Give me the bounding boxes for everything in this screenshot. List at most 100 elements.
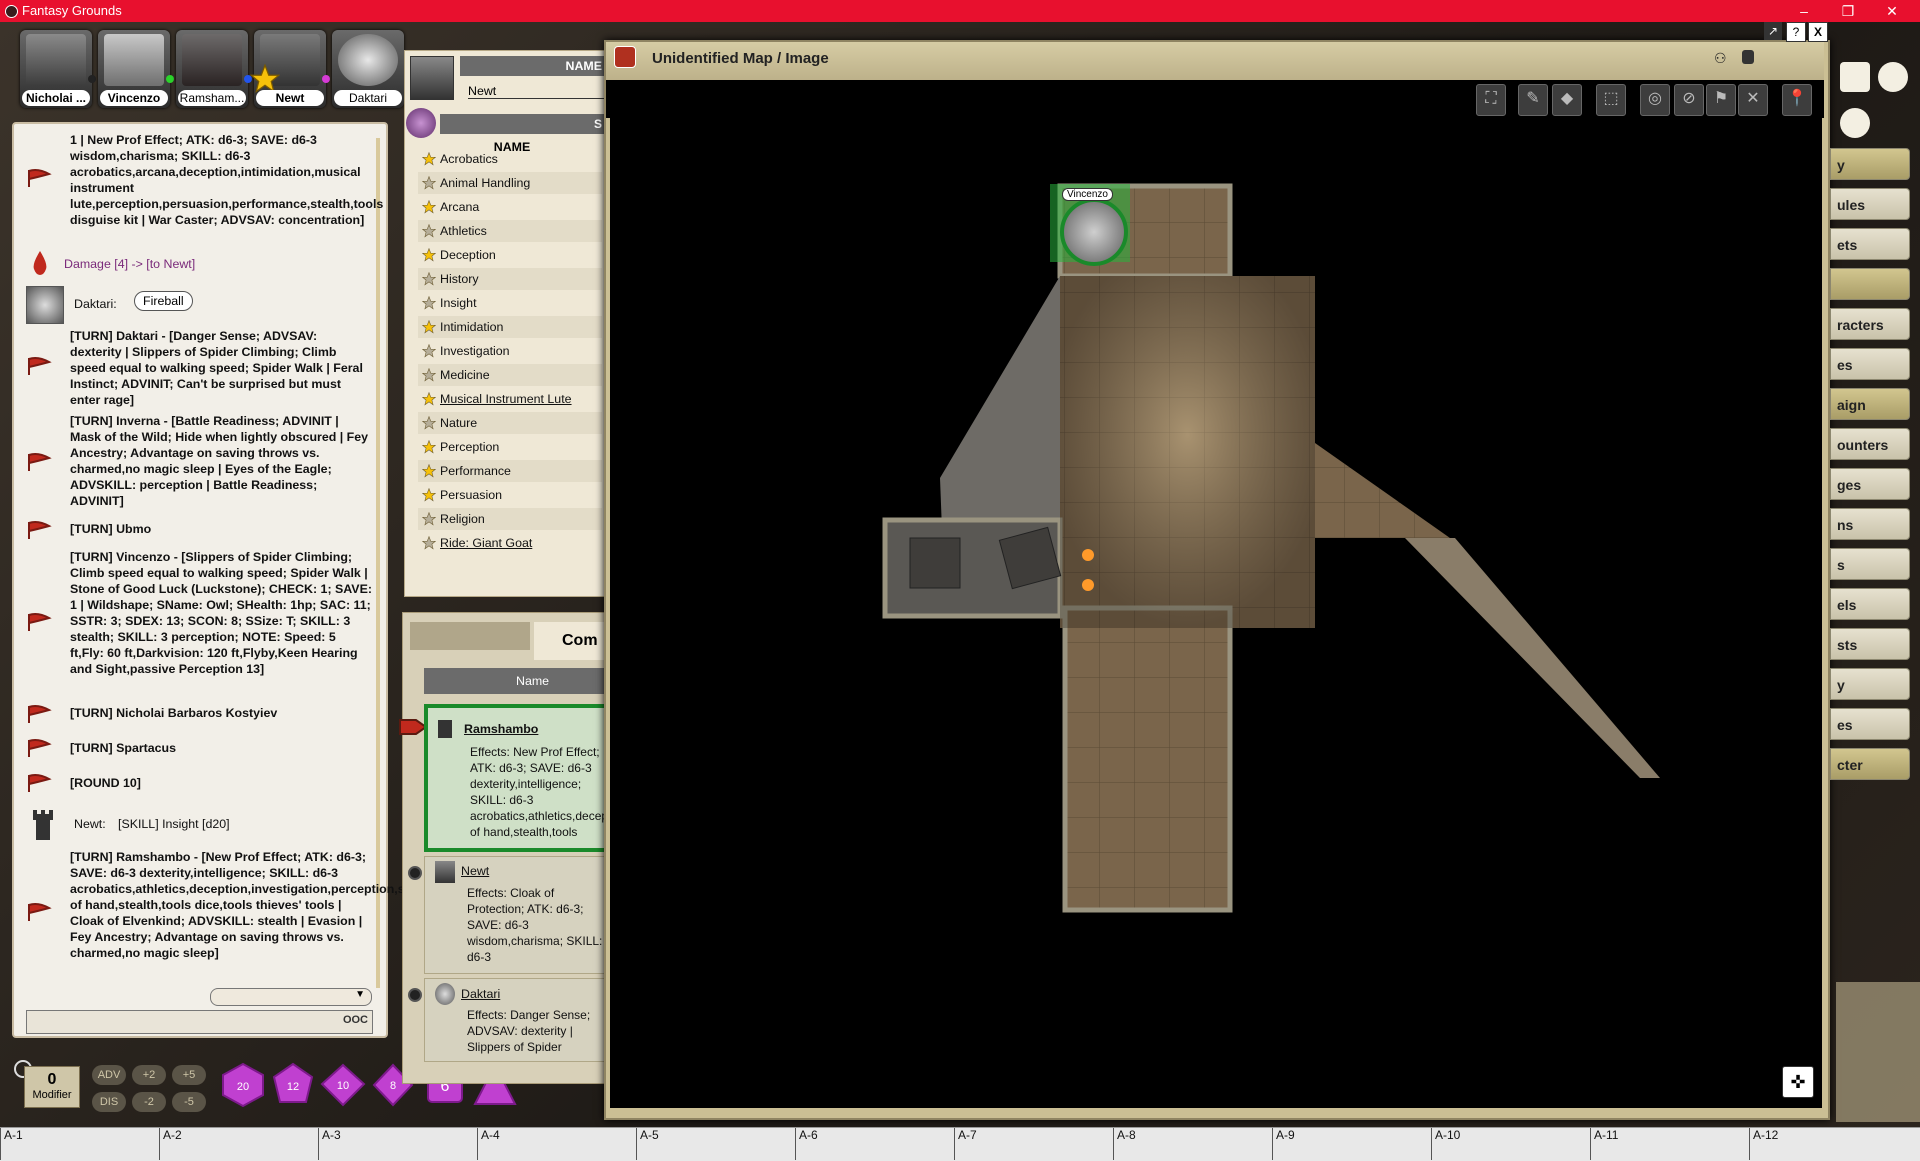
proficiency-star-icon[interactable] [422,176,436,190]
mask-icon[interactable]: ⊘ [1674,84,1704,116]
flag-tool-icon[interactable]: ⚑ [1706,84,1736,116]
proficiency-star-icon[interactable] [422,344,436,358]
skill-row[interactable]: Persuasion [418,484,602,506]
sidebar-button[interactable]: es [1830,348,1910,380]
proficiency-star-icon[interactable] [422,440,436,454]
hotkey-slot[interactable]: A-6 [795,1128,955,1160]
sidebar-button[interactable]: y [1830,148,1910,180]
close-window-button[interactable]: X [1808,22,1828,42]
skill-row[interactable]: Arcana [418,196,602,218]
pin-icon[interactable]: 📍 [1782,84,1812,116]
hotkey-slot[interactable]: A-2 [159,1128,319,1160]
portrait-newt[interactable]: Newt [250,30,326,108]
skill-row[interactable]: Medicine [418,364,602,386]
minus2-button[interactable]: -2 [132,1092,166,1112]
hotkey-slot[interactable]: A-5 [636,1128,796,1160]
skill-row[interactable]: Athletics [418,220,602,242]
clear-icon[interactable]: ✕ [1738,84,1768,116]
hotkey-slot[interactable]: A-11 [1590,1128,1750,1160]
character-name-field[interactable]: Newt [468,84,604,99]
fullscreen-icon[interactable]: ⛶ [1476,84,1506,116]
external-link-icon[interactable]: ↗ [1764,22,1782,40]
restore-button[interactable]: ❐ [1828,0,1868,22]
sidebar-button[interactable]: ules [1830,188,1910,220]
help-button[interactable]: ? [1786,22,1806,42]
skill-row[interactable]: Perception [418,436,602,458]
proficiency-star-icon[interactable] [422,296,436,310]
ct-radio[interactable] [408,988,422,1002]
skill-row[interactable]: Performance [418,460,602,482]
hotkey-slot[interactable]: A-4 [477,1128,637,1160]
hotkey-slot[interactable]: A-1 [0,1128,160,1160]
ct-radio[interactable] [408,866,422,880]
skill-row[interactable]: History [418,268,602,290]
skill-row[interactable]: Acrobatics [418,148,602,170]
skill-row[interactable]: Nature [418,412,602,434]
calendar-icon[interactable] [1840,62,1870,92]
proficiency-star-icon[interactable] [422,248,436,262]
sidebar-button[interactable]: s [1830,548,1910,580]
proficiency-star-icon[interactable] [422,200,436,214]
proficiency-star-icon[interactable] [422,152,436,166]
sidebar-button[interactable]: aign [1830,388,1910,420]
center-view-icon[interactable]: ✜ [1782,1066,1814,1098]
hotkey-slot[interactable]: A-10 [1431,1128,1591,1160]
hotkey-slot[interactable]: A-8 [1113,1128,1273,1160]
ct-entry-daktari[interactable]: Daktari Effects: Danger Sense; ADVSAV: d… [424,978,606,1062]
skill-row[interactable]: Musical Instrument Lute [418,388,602,410]
sidebar-button[interactable]: els [1830,588,1910,620]
proficiency-star-icon[interactable] [422,488,436,502]
lock-icon[interactable] [1742,50,1754,64]
chat-input[interactable]: OOC [26,1010,373,1034]
ct-entry-name[interactable]: Daktari [461,987,500,1001]
chat-mode-dropdown[interactable]: ▼ [210,988,372,1006]
skill-row[interactable]: Intimidation [418,316,602,338]
sidebar-button[interactable]: ets [1830,228,1910,260]
proficiency-star-icon[interactable] [422,368,436,382]
proficiency-star-icon[interactable] [422,224,436,238]
skill-row[interactable]: Insight [418,292,602,314]
dis-button[interactable]: DIS [92,1092,126,1112]
share-icon[interactable]: ⚇ [1714,50,1732,66]
sidebar-button[interactable]: cter [1830,748,1910,780]
proficiency-star-icon[interactable] [422,464,436,478]
hotkey-slot[interactable]: A-12 [1749,1128,1909,1160]
proficiency-star-icon[interactable] [422,512,436,526]
brush-icon[interactable]: ✎ [1518,84,1548,116]
portrait-ramshambo[interactable]: Ramsham... [176,30,248,108]
target-icon[interactable]: ◎ [1640,84,1670,116]
close-button[interactable]: ✕ [1872,0,1912,22]
select-icon[interactable]: ⬚ [1596,84,1626,116]
sidebar-button[interactable]: racters [1830,308,1910,340]
portrait-nicholai[interactable]: Nicholai ... [20,30,92,108]
proficiency-star-icon[interactable] [422,392,436,406]
ct-entry-name[interactable]: Newt [461,864,489,878]
proficiency-star-icon[interactable] [422,536,436,550]
hotkey-slot[interactable]: A-9 [1272,1128,1432,1160]
ct-entry-ramshambo[interactable]: Ramshambo Effects: New Prof Effect; ATK:… [424,704,612,852]
sidebar-button[interactable]: ounters [1830,428,1910,460]
plus2-button[interactable]: +2 [132,1065,166,1085]
skill-row[interactable]: Investigation [418,340,602,362]
minus5-button[interactable]: -5 [172,1092,206,1112]
d20-die-icon[interactable]: 20 [220,1062,266,1108]
skill-row[interactable]: Deception [418,244,602,266]
modifier-box[interactable]: 0 Modifier [24,1066,80,1108]
settings-gear-icon[interactable] [1840,108,1870,138]
sidebar-button[interactable] [1830,268,1910,300]
d10-die-icon[interactable]: 10 [320,1062,366,1108]
skill-row[interactable]: Religion [418,508,602,530]
d12-die-icon[interactable]: 12 [270,1062,316,1108]
sidebar-button[interactable]: y [1830,668,1910,700]
sidebar-button[interactable]: ges [1830,468,1910,500]
chat-scrollbar[interactable] [376,138,380,988]
minimize-button[interactable]: – [1784,0,1824,22]
proficiency-star-icon[interactable] [422,272,436,286]
portrait-vincenzo[interactable]: Vincenzo [98,30,170,108]
skill-row[interactable]: Ride: Giant Goat [418,532,602,554]
map-canvas[interactable]: Vincenzo ✜ [610,118,1822,1108]
palette-icon[interactable] [1878,62,1908,92]
adv-button[interactable]: ADV [92,1065,126,1085]
sidebar-button[interactable]: sts [1830,628,1910,660]
ct-tab[interactable] [410,622,530,650]
